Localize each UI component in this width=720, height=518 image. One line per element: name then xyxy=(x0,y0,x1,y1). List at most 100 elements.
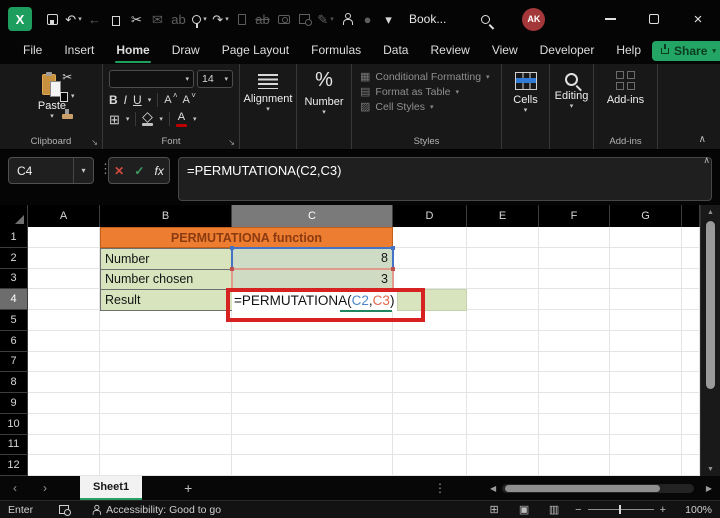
grid-cell[interactable] xyxy=(393,434,467,456)
grid-cell[interactable] xyxy=(610,372,682,393)
zoom-slider[interactable] xyxy=(587,504,654,514)
decrease-font-button[interactable]: A xyxy=(183,91,197,106)
accessibility-status[interactable]: Accessibility: Good to go xyxy=(91,504,221,516)
grid-cell[interactable] xyxy=(28,247,100,269)
column-header-g[interactable]: G xyxy=(610,205,682,227)
grid-cell[interactable] xyxy=(393,393,467,414)
share-button[interactable]: Share ▾ xyxy=(652,41,720,61)
grid-cell[interactable] xyxy=(539,455,610,476)
underline-button[interactable]: U xyxy=(133,93,142,107)
row-header-9[interactable]: 9 xyxy=(0,393,28,414)
grid-cell[interactable] xyxy=(539,289,610,310)
next-sheet-icon[interactable]: › xyxy=(30,481,60,495)
vertical-scrollbar-thumb[interactable] xyxy=(706,221,715,389)
grid-cell[interactable] xyxy=(467,434,539,456)
select-all-corner[interactable] xyxy=(0,205,28,227)
grid-cell[interactable] xyxy=(682,310,700,331)
formula-input[interactable]: =PERMUTATIONA(C2,C3) xyxy=(178,157,712,201)
maximize-button[interactable] xyxy=(632,0,676,38)
grid-cell[interactable] xyxy=(100,393,232,414)
sheet-tab-sheet1[interactable]: Sheet1 xyxy=(80,476,143,500)
scroll-left-icon[interactable]: ◀ xyxy=(490,484,496,493)
mail-icon[interactable]: ✉ xyxy=(147,6,168,32)
enter-icon[interactable]: ✓ xyxy=(134,164,144,178)
grid-cell[interactable] xyxy=(682,455,700,476)
grid-cell[interactable] xyxy=(539,351,610,373)
cancel-icon[interactable]: ✕ xyxy=(114,164,124,178)
format-painter-button[interactable] xyxy=(61,108,73,121)
column-header-f[interactable]: F xyxy=(539,205,610,227)
font-color-button[interactable]: A xyxy=(175,112,187,127)
vertical-scrollbar[interactable]: ▲ ▼ xyxy=(700,205,720,476)
grid-cell[interactable] xyxy=(28,372,100,393)
grid-cell[interactable] xyxy=(28,455,100,476)
row-header-8[interactable]: 8 xyxy=(0,372,28,393)
grid-cell[interactable] xyxy=(467,310,539,331)
tab-page-layout[interactable]: Page Layout xyxy=(211,39,300,63)
minimize-button[interactable] xyxy=(588,0,632,38)
scroll-down-icon[interactable]: ▼ xyxy=(707,462,714,476)
redo-icon[interactable]: ↷ ▾ xyxy=(210,6,231,32)
grid-cell[interactable] xyxy=(539,372,610,393)
grid-cell[interactable] xyxy=(610,310,682,331)
tab-options-icon[interactable]: ⋮ xyxy=(434,481,446,495)
zoom-slider-thumb[interactable] xyxy=(618,504,621,514)
grid-cell[interactable] xyxy=(682,247,700,269)
row-header-1[interactable]: 1 xyxy=(0,227,28,248)
tab-developer[interactable]: Developer xyxy=(529,39,606,63)
page-layout-view-icon[interactable]: ▣ xyxy=(509,503,539,516)
grid-cell[interactable] xyxy=(610,413,682,435)
grid-cell[interactable] xyxy=(100,330,232,352)
grid-cell[interactable] xyxy=(610,268,682,290)
grid-cell[interactable] xyxy=(28,310,100,331)
chevron-down-icon[interactable]: ▾ xyxy=(73,158,93,183)
grid-cell[interactable] xyxy=(28,393,100,414)
conditional-formatting-button[interactable]: ▦ Conditional Formatting ▾ xyxy=(360,69,501,84)
row-header-6[interactable]: 6 xyxy=(0,330,28,352)
cut-icon[interactable]: ✂ xyxy=(126,6,147,32)
cell-styles-button[interactable]: ▨ Cell Styles ▾ xyxy=(360,99,501,114)
grid-cell[interactable] xyxy=(393,268,467,290)
font-dialog-launcher[interactable]: ↘ xyxy=(228,138,235,147)
grid-cell[interactable] xyxy=(28,289,100,310)
horizontal-scrollbar[interactable] xyxy=(502,484,694,493)
close-button[interactable]: × xyxy=(676,0,720,38)
collapse-formula-bar-icon[interactable]: ∧ xyxy=(703,155,710,166)
tab-help[interactable]: Help xyxy=(605,39,652,63)
grid-cell[interactable] xyxy=(28,413,100,435)
grid-cell[interactable] xyxy=(100,310,232,331)
grid-cell[interactable] xyxy=(100,351,232,373)
back-arrow-icon[interactable]: ← xyxy=(84,6,105,32)
grid-cell[interactable] xyxy=(682,351,700,373)
grid-cell[interactable] xyxy=(467,372,539,393)
column-header-a[interactable]: A xyxy=(28,205,100,227)
save-icon[interactable] xyxy=(42,6,63,32)
strikethrough-icon[interactable]: ab xyxy=(252,6,273,32)
undo-icon[interactable]: ↶ ▾ xyxy=(63,6,84,32)
horizontal-scrollbar-thumb[interactable] xyxy=(505,485,660,492)
cells-group[interactable]: Cells ▾ xyxy=(502,64,550,149)
qat-overflow-icon[interactable]: ▾ xyxy=(378,6,399,32)
grid-cell[interactable] xyxy=(682,372,700,393)
format-as-table-button[interactable]: ▤ Format as Table ▾ xyxy=(360,84,501,99)
grid-cell[interactable] xyxy=(539,330,610,352)
grid-cell[interactable] xyxy=(467,289,539,310)
draw-export-icon[interactable]: ✎ ▾ xyxy=(315,6,336,32)
grid-cell[interactable] xyxy=(232,455,393,476)
fill-color-button[interactable] xyxy=(142,112,154,126)
scroll-right-icon[interactable]: ▶ xyxy=(706,484,712,493)
grid-cell[interactable] xyxy=(28,330,100,352)
row-header-2[interactable]: 2 xyxy=(0,247,28,269)
tab-formulas[interactable]: Formulas xyxy=(300,39,372,63)
add-sheet-button[interactable]: + xyxy=(184,480,192,496)
grid-cell[interactable] xyxy=(467,393,539,414)
grid-cell[interactable] xyxy=(28,351,100,373)
grid-cell[interactable] xyxy=(232,372,393,393)
grid-cell[interactable] xyxy=(539,247,610,269)
cell-b1-title[interactable]: PERMUTATIONA function xyxy=(100,227,393,248)
grid-cell[interactable] xyxy=(393,330,467,352)
grid-cell[interactable] xyxy=(610,455,682,476)
cell-c2[interactable]: 8 xyxy=(230,246,395,271)
tab-view[interactable]: View xyxy=(481,39,529,63)
grid-cell[interactable] xyxy=(393,351,467,373)
